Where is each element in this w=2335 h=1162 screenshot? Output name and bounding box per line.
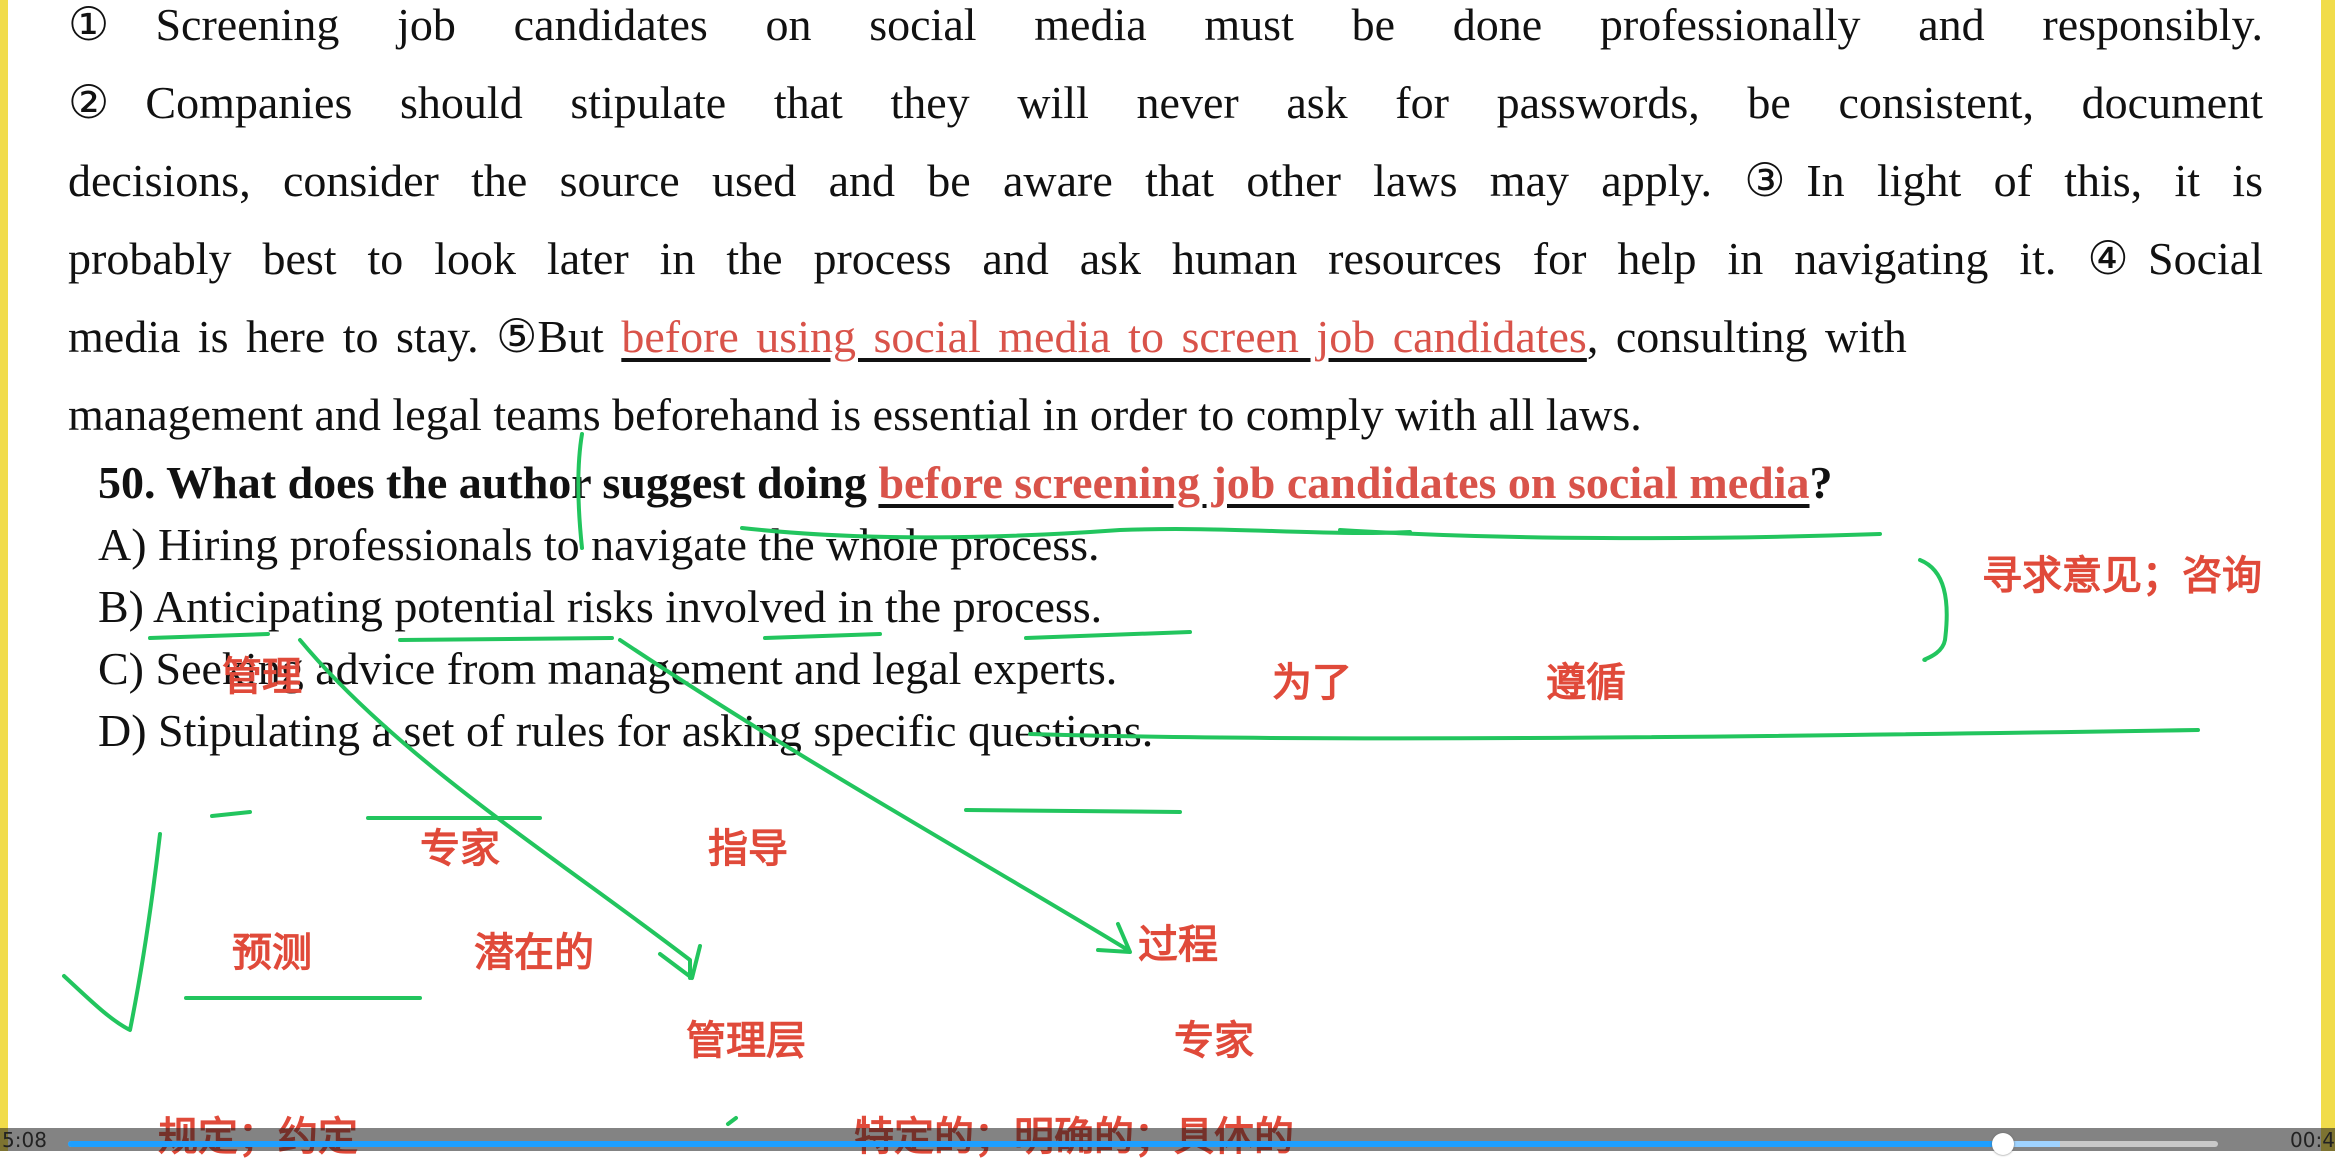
arrow-management-head — [658, 944, 702, 980]
question-highlight: before screening job candidates on socia… — [878, 457, 1810, 508]
underline-legal-teams — [398, 636, 614, 642]
elapsed-time: 5:08 — [2, 1128, 47, 1152]
annotation-anticipating: 预测 — [232, 930, 312, 976]
annotation-potential: 潜在的 — [474, 930, 594, 976]
dot-mark — [726, 1116, 738, 1126]
highlighted-phrase: before using social media to screen job … — [621, 311, 1587, 362]
annotation-comply: 遵循 — [1546, 660, 1626, 706]
passage-line-3: decisions, consider the source used and … — [68, 155, 2263, 206]
annotation-management-level: 管理层 — [686, 1018, 806, 1064]
underline-management — [148, 632, 270, 640]
passage-line-5: media is here to stay. ⑤But before using… — [68, 314, 2263, 360]
passage-line-6: management and legal teams beforehand is… — [68, 389, 1642, 440]
left-border — [0, 0, 8, 1151]
annotation-experts: 专家 — [1174, 1018, 1254, 1064]
check-mark-c — [62, 832, 162, 1032]
annotation-consult: 寻求意见；咨询 — [1982, 553, 2262, 599]
underline-screen-job — [1338, 528, 1882, 541]
arrow-process-head — [1096, 922, 1132, 954]
question-50: 50. What does the author suggest doing b… — [98, 456, 1833, 509]
question-stem: 50. What does the author suggest doing — [98, 457, 879, 508]
underline-question — [1028, 728, 2200, 741]
option-a[interactable]: A) Hiring professionals to navigate the … — [98, 518, 1100, 571]
underline-beforehand — [763, 632, 882, 640]
annotation-management: 管理 — [222, 654, 302, 700]
underline-whole-process — [964, 808, 1182, 814]
progress-played — [68, 1141, 2003, 1147]
option-b[interactable]: B) Anticipating potential risks involved… — [98, 580, 1102, 633]
passage-line-5-start: media is here to stay. ⑤But — [68, 311, 622, 362]
question-mark: ? — [1809, 457, 1833, 508]
annotation-in-order-to: 为了 — [1272, 660, 1352, 706]
annotation-process: 过程 — [1138, 922, 1218, 968]
passage-line-2: ②Companies should stipulate that they wi… — [68, 77, 2263, 128]
total-time: 00:4 — [2290, 1128, 2335, 1152]
progress-thumb[interactable] — [1992, 1133, 2014, 1155]
video-player-bar — [0, 1128, 2335, 1151]
annotation-professionals: 专家 — [420, 826, 500, 872]
passage-line-5-end: , consulting with — [1586, 311, 1907, 362]
annotation-navigate: 指导 — [708, 826, 788, 872]
bracket-right-line6 — [1918, 558, 1949, 662]
passage-line-1: ①Screening job candidates on social medi… — [68, 0, 2263, 50]
option-d[interactable]: D) Stipulating a set of rules for asking… — [98, 704, 1153, 757]
passage-line-4: probably best to look later in the proce… — [68, 233, 2263, 284]
underline-hiring — [210, 810, 252, 818]
right-border — [2321, 0, 2335, 1151]
